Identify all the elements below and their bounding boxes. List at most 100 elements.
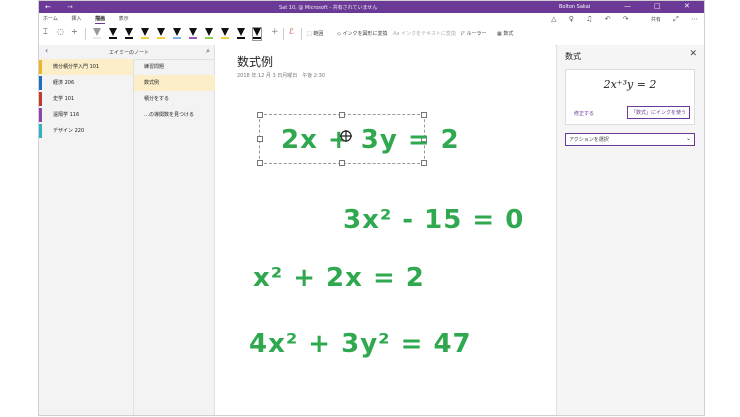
warning-icon[interactable]: △ xyxy=(551,15,556,23)
pen-color xyxy=(109,37,117,39)
section-item[interactable]: 経済 206 xyxy=(39,75,133,91)
add-pen-icon[interactable]: + xyxy=(271,27,279,41)
share-button[interactable]: 共有 xyxy=(641,17,661,23)
resize-handle[interactable] xyxy=(257,136,263,142)
resize-handle[interactable] xyxy=(421,160,427,166)
section-color-tab xyxy=(39,124,42,138)
notebook-name[interactable]: エイミーのノート xyxy=(109,49,149,56)
expand-icon[interactable]: ⤢ xyxy=(673,15,679,23)
separator xyxy=(283,28,284,40)
page-canvas[interactable]: 数式例 2018 年 12 月 3 日月曜日 午後 2:30 2x + 3y =… xyxy=(215,45,555,415)
undo-icon[interactable]: ↶ xyxy=(605,15,611,23)
pen-3[interactable] xyxy=(125,28,133,40)
search-icon[interactable]: ⌕ xyxy=(206,47,210,56)
ruler-label: ルーラー xyxy=(466,31,487,37)
section-label: デザイン 220 xyxy=(53,128,85,134)
section-color-tab xyxy=(39,60,42,74)
handwritten-equation-4[interactable]: 4x² + 3y² = 47 xyxy=(249,329,472,359)
forward-arrow-icon[interactable]: → xyxy=(67,3,73,11)
ribbon-tabs: ホーム 挿入 描画 表示 xyxy=(43,15,141,25)
recognized-expression: 2x⁺³y = 2 xyxy=(603,78,657,91)
resize-handle[interactable] xyxy=(339,112,345,118)
handwritten-equation-1[interactable]: 2x + 3y = 2 xyxy=(281,125,460,155)
page-list: 練習問題 数式例 積分をする …の導関数を見つける xyxy=(133,59,215,415)
ink-to-shape-label: インクを図形に変換 xyxy=(342,31,388,37)
highlighter-2[interactable] xyxy=(237,28,245,40)
section-item[interactable]: 遠隔学 116 xyxy=(39,107,133,123)
section-item[interactable]: デザイン 220 xyxy=(39,123,133,139)
resize-handle[interactable] xyxy=(257,160,263,166)
close-icon[interactable]: ✕ xyxy=(689,49,697,59)
highlighter-1[interactable] xyxy=(221,28,229,40)
fix-link[interactable]: 修正する xyxy=(574,110,594,117)
ink-to-text-button[interactable]: Aa インクをテキストに変換 xyxy=(393,30,456,37)
use-ink-button[interactable]: 「数式」にインクを使う xyxy=(626,106,690,119)
move-cursor-icon xyxy=(340,130,352,142)
pen-4[interactable] xyxy=(141,28,149,40)
pen-8[interactable] xyxy=(205,28,213,40)
back-chevron-icon[interactable]: ‹ xyxy=(45,46,48,55)
more-icon[interactable]: ⋯ xyxy=(691,15,698,23)
pen-7[interactable] xyxy=(189,28,197,40)
minimize-button[interactable]: — xyxy=(624,2,631,10)
separator xyxy=(301,28,302,40)
pen-color xyxy=(141,37,149,39)
page-item[interactable]: 練習問題 xyxy=(134,59,215,75)
pen-5[interactable] xyxy=(157,28,165,40)
tab-insert[interactable]: 挿入 xyxy=(71,15,81,22)
window-title: Sat 10, @ Microsoft - 共有されていません xyxy=(279,5,378,11)
pen-color xyxy=(173,37,181,39)
tab-view[interactable]: 表示 xyxy=(119,15,129,22)
title-bar: ← → Sat 10, @ Microsoft - 共有されていません Bolt… xyxy=(39,1,704,13)
section-item[interactable]: 微分積分学入門 101 xyxy=(39,59,133,75)
tab-draw[interactable]: 描画 xyxy=(95,15,106,24)
action-select[interactable]: アクションを選択 ⌄ xyxy=(565,133,695,146)
lasso-icon[interactable]: ◌ xyxy=(57,27,64,41)
pen-6[interactable] xyxy=(173,28,181,40)
action-select-label: アクションを選択 xyxy=(569,137,609,143)
lightbulb-icon[interactable]: ♀ xyxy=(569,15,574,23)
handwritten-equation-2[interactable]: 3x² - 15 = 0 xyxy=(343,205,524,235)
pen-selected[interactable] xyxy=(252,27,262,41)
user-name[interactable]: Bolton Sakai xyxy=(559,4,590,10)
resize-handle[interactable] xyxy=(421,112,427,118)
resize-handle[interactable] xyxy=(339,160,345,166)
page-item[interactable]: …の導関数を見つける xyxy=(134,107,215,123)
handwritten-equation-3[interactable]: x² + 2x = 2 xyxy=(253,263,425,293)
resize-handle[interactable] xyxy=(257,112,263,118)
ink-to-shape-button[interactable]: ◇ インクを図形に変換 xyxy=(337,30,387,37)
math-pane-title: 数式 xyxy=(565,52,581,61)
pen-color xyxy=(205,37,213,39)
lasso-select-label: 範囲 xyxy=(313,31,324,37)
pen-color xyxy=(221,37,229,39)
pen-color xyxy=(93,37,101,39)
section-list: 微分積分学入門 101 経済 206 史学 101 遠隔学 116 デザイン 2… xyxy=(39,59,133,415)
navigation-pane: ‹ エイミーのノート ⌕ 微分積分学入門 101 経済 206 史学 101 遠… xyxy=(39,45,215,415)
maximize-button[interactable]: □ xyxy=(654,2,661,10)
redo-icon[interactable]: ↷ xyxy=(623,15,629,23)
bell-icon[interactable]: ♫ xyxy=(586,15,592,23)
ruler-button[interactable]: ◸ ルーラー xyxy=(461,30,486,37)
ink-replay-icon[interactable]: ℰ xyxy=(289,27,294,41)
math-pane: 数式 ✕ 2x⁺³y = 2 修正する 「数式」にインクを使う アクションを選択… xyxy=(556,45,704,415)
pen-1[interactable] xyxy=(93,28,101,40)
lasso-select-button[interactable]: ⬚ 範囲 xyxy=(307,30,323,37)
section-label: 微分積分学入門 101 xyxy=(53,64,100,70)
add-space-icon[interactable]: ÷ xyxy=(71,27,78,41)
tab-home[interactable]: ホーム xyxy=(43,15,58,22)
page-item[interactable]: 数式例 xyxy=(134,75,215,91)
page-item[interactable]: 積分をする xyxy=(134,91,215,107)
section-item[interactable]: 史学 101 xyxy=(39,91,133,107)
draw-toolbar: ⌶ ◌ ÷ + ℰ ⬚ 範囲 ◇ インクを図形に変換 Aa インクをテキストに変… xyxy=(41,27,701,43)
type-icon[interactable]: ⌶ xyxy=(43,27,48,41)
onenote-window: ← → Sat 10, @ Microsoft - 共有されていません Bolt… xyxy=(38,0,705,416)
page-title[interactable]: 数式例 xyxy=(237,53,273,70)
back-arrow-icon[interactable]: ← xyxy=(45,3,51,11)
chevron-down-icon: ⌄ xyxy=(685,135,691,142)
math-label: 数式 xyxy=(503,31,514,37)
math-button[interactable]: ▦ 数式 xyxy=(497,30,513,37)
pen-2[interactable] xyxy=(109,28,117,40)
math-preview-card: 2x⁺³y = 2 修正する 「数式」にインクを使う xyxy=(565,69,695,125)
section-label: 遠隔学 116 xyxy=(53,112,80,118)
close-button[interactable]: ✕ xyxy=(684,2,690,10)
